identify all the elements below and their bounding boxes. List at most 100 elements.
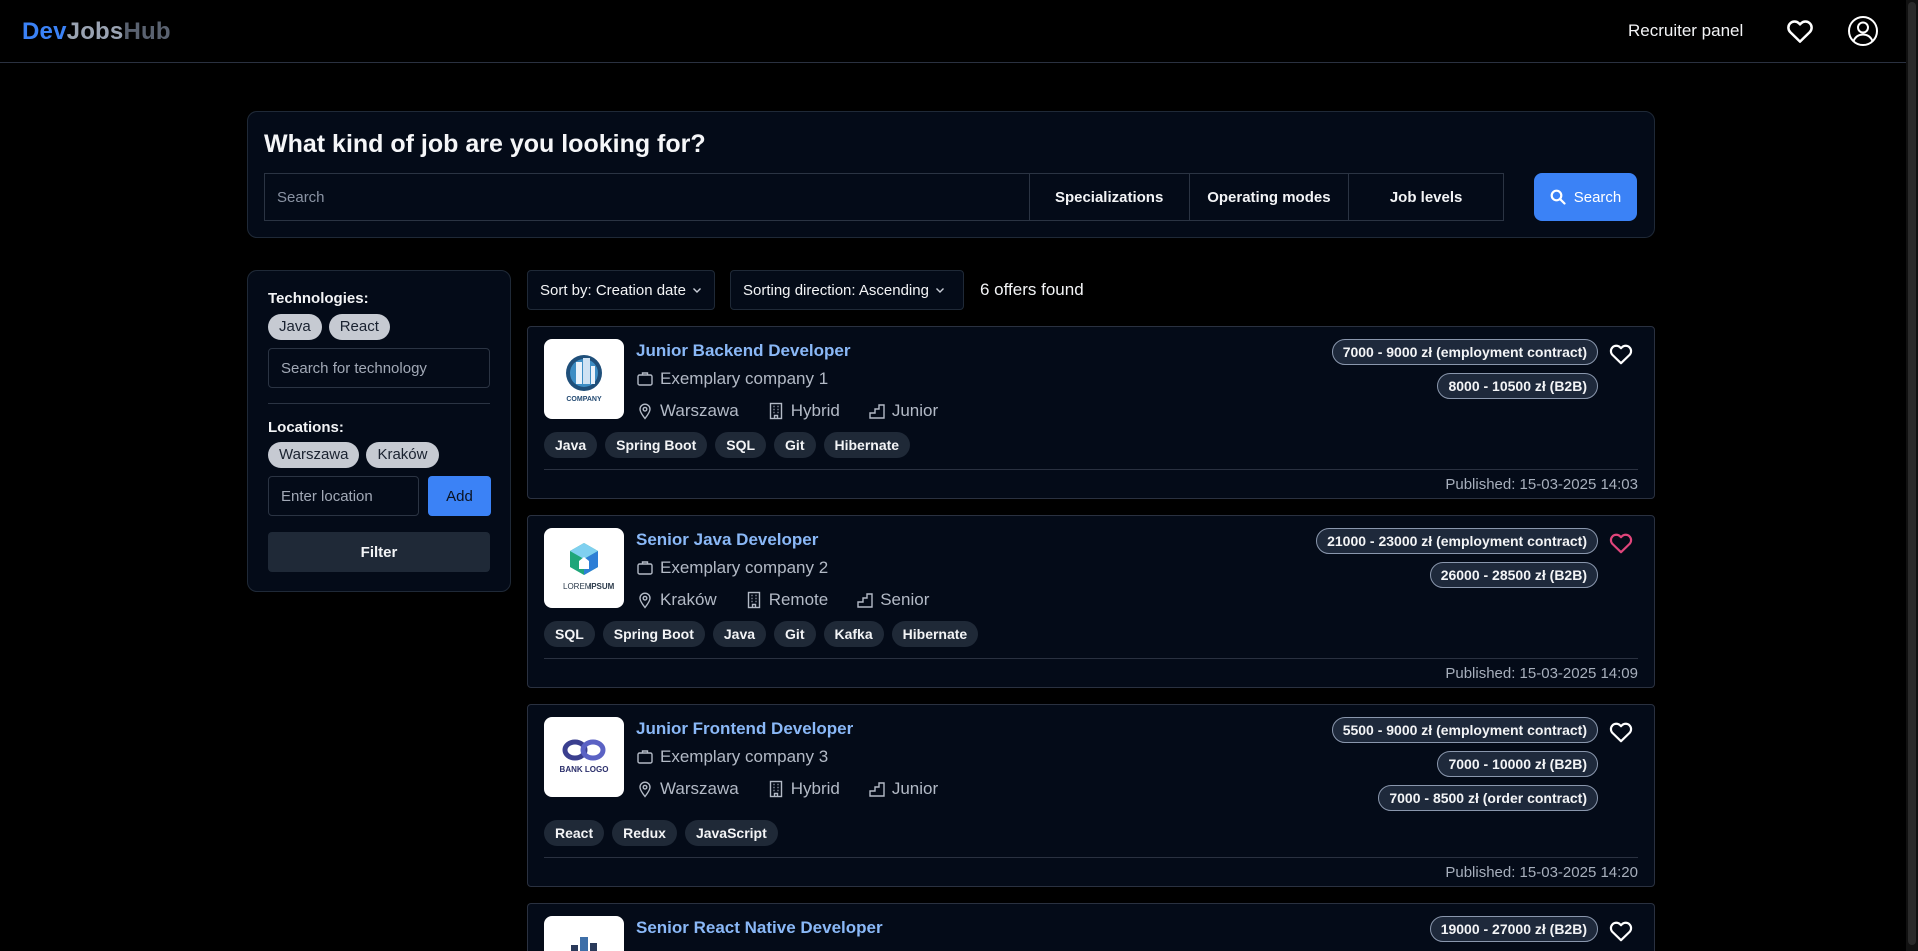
location-info: Kraków: [636, 590, 717, 610]
tech-tag: Spring Boot: [605, 432, 708, 458]
company-logo: COMPANY: [544, 339, 624, 419]
scrollbar-thumb[interactable]: [1908, 2, 1916, 945]
salary-badge: 7000 - 10000 zł (B2B): [1437, 751, 1598, 777]
job-title-link[interactable]: Senior Java Developer: [636, 530, 818, 550]
salary-badge: 8000 - 10500 zł (B2B): [1437, 373, 1598, 399]
technology-chip[interactable]: React: [328, 314, 390, 340]
stairs-icon: [869, 782, 885, 797]
offers-found-count: 6 offers found: [980, 280, 1084, 299]
company-name: Exemplary company 3: [660, 747, 829, 766]
favorite-heart-icon[interactable]: [1608, 341, 1634, 367]
locations-label: Locations:: [268, 419, 344, 436]
company-info: Exemplary company 3: [636, 747, 828, 767]
sort-by-label: Sort by: Creation date: [540, 281, 686, 299]
tech-tag: SQL: [715, 432, 767, 458]
filter-button[interactable]: Filter: [268, 532, 490, 572]
building-icon: [747, 591, 760, 609]
tech-tag: SQL: [544, 621, 595, 647]
technology-chips: Java React: [268, 314, 397, 340]
favorite-heart-icon[interactable]: [1608, 918, 1634, 944]
favorites-heart-icon[interactable]: [1785, 16, 1815, 46]
logo-part-jobs: Jobs: [66, 18, 124, 45]
stairs-icon: [869, 404, 885, 419]
location-text: Kraków: [660, 590, 717, 609]
job-card[interactable]: LOREM IPSUM Senior Java Developer Exempl…: [527, 515, 1655, 688]
job-meta-row: Kraków Remote Senior: [636, 590, 951, 610]
logo-text: COMPANY: [566, 396, 602, 403]
tech-tag: Java: [712, 621, 767, 647]
location-info: Warszawa: [636, 401, 739, 421]
level-info: Senior: [856, 590, 929, 610]
search-button-label: Search: [1573, 188, 1622, 206]
specializations-dropdown[interactable]: Specializations: [1030, 174, 1190, 220]
map-pin-icon: [639, 403, 651, 420]
location-info: Warszawa: [636, 779, 739, 799]
operating-modes-dropdown[interactable]: Operating modes: [1190, 174, 1350, 220]
job-title-link[interactable]: Junior Backend Developer: [636, 341, 850, 361]
company-building-logo-icon: COMPANY: [566, 355, 602, 403]
filters-sidebar: Technologies: JavaReact Locations: Warsz…: [247, 270, 511, 592]
tech-tag: Spring Boot: [602, 621, 705, 647]
sort-by-dropdown[interactable]: Sort by: Creation date: [527, 270, 715, 310]
briefcase-icon: [637, 750, 653, 764]
job-card[interactable]: Senior React Native Developer 19000 - 27…: [527, 903, 1655, 951]
technology-search-input[interactable]: [268, 348, 490, 388]
mode-text: Hybrid: [790, 779, 840, 798]
building-icon: [769, 402, 782, 420]
favorite-heart-icon[interactable]: [1608, 530, 1634, 556]
sorting-direction-dropdown[interactable]: Sorting direction: Ascending: [730, 270, 964, 310]
job-title-link[interactable]: Senior React Native Developer: [636, 918, 883, 938]
add-location-button[interactable]: Add: [428, 476, 491, 516]
tech-tag: React: [544, 820, 605, 846]
salary-badge: 5500 - 9000 zł (employment contract): [1331, 717, 1598, 743]
location-chip[interactable]: Kraków: [366, 442, 439, 468]
recruiter-panel-link[interactable]: Recruiter panel: [1628, 21, 1743, 41]
tech-tags: React Redux JavaScript: [544, 820, 778, 846]
location-chip[interactable]: Warszawa: [268, 442, 360, 468]
account-user-icon[interactable]: [1847, 15, 1879, 47]
search-bar: Specializations Operating modes Job leve…: [264, 173, 1504, 221]
salary-badge: 7000 - 8500 zł (order contract): [1378, 785, 1598, 811]
tech-tag: Hibernate: [823, 432, 911, 458]
location-input[interactable]: [268, 476, 419, 516]
mode-text: Hybrid: [790, 401, 840, 420]
job-levels-dropdown[interactable]: Job levels: [1349, 174, 1503, 220]
mode-info: Hybrid: [767, 779, 840, 799]
sidebar-divider: [268, 403, 490, 404]
building-icon: [769, 780, 782, 798]
search-input[interactable]: [265, 174, 1030, 220]
tech-tag: Hibernate: [891, 621, 979, 647]
logo-text: LOREM: [563, 582, 592, 591]
logo-part-hub: Hub: [123, 18, 171, 45]
salary-list: 5500 - 9000 zł (employment contract) 700…: [1331, 717, 1598, 811]
mode-info: Hybrid: [767, 401, 840, 421]
card-divider: [544, 469, 1638, 470]
chevron-down-icon: [935, 288, 944, 293]
technologies-label: Technologies:: [268, 290, 369, 307]
job-meta-row: Warszawa Hybrid Junior: [636, 401, 960, 421]
job-card[interactable]: BANK LOGO Junior Frontend Developer Exem…: [527, 704, 1655, 887]
search-heading: What kind of job are you looking for?: [264, 130, 706, 158]
sorting-direction-label: Sorting direction: Ascending: [743, 281, 929, 299]
map-pin-icon: [639, 592, 651, 609]
job-title-link[interactable]: Junior Frontend Developer: [636, 719, 853, 739]
mode-info: Remote: [745, 590, 828, 610]
app-logo[interactable]: DevJobsHub: [22, 18, 171, 46]
tech-tag: Java: [544, 432, 598, 458]
technology-chip[interactable]: Java: [268, 314, 322, 340]
search-button[interactable]: Search: [1534, 173, 1637, 221]
logo-text: IPSUM: [589, 582, 615, 591]
level-text: Senior: [880, 590, 930, 609]
company-info: Exemplary company 1: [636, 369, 828, 389]
published-date: Published: 15-03-2025 14:09: [1445, 665, 1638, 682]
job-card[interactable]: COMPANY Junior Backend Developer Exempla…: [527, 326, 1655, 499]
chevron-down-icon: [692, 288, 701, 293]
company-row: Exemplary company 3: [636, 747, 850, 767]
tech-tag: Redux: [612, 820, 677, 846]
salary-list: 19000 - 27000 zł (B2B): [1429, 916, 1598, 942]
location-text: Warszawa: [660, 779, 739, 798]
level-text: Junior: [891, 779, 939, 798]
tech-tag: Kafka: [823, 621, 884, 647]
favorite-heart-icon[interactable]: [1608, 719, 1634, 745]
company-name: Exemplary company 1: [660, 369, 829, 388]
